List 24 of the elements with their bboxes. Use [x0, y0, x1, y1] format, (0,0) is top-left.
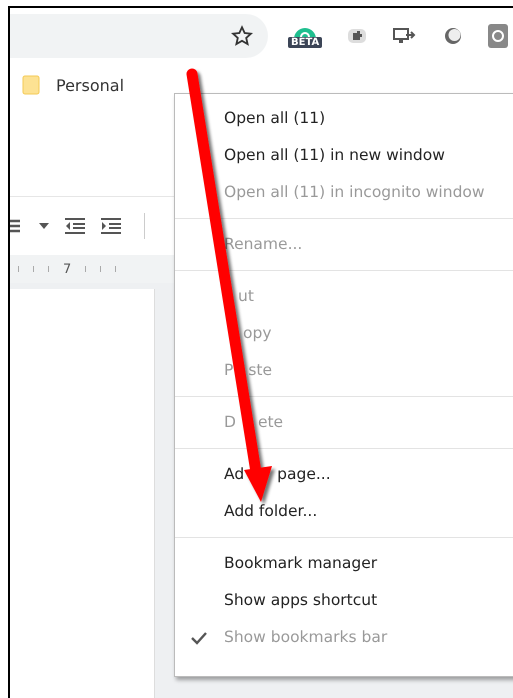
menu-item-text: page... — [277, 465, 331, 483]
menu-item-text: D — [224, 413, 236, 431]
menu-item-text: ete — [258, 413, 284, 431]
menu-item[interactable]: Open all (11) — [175, 100, 513, 137]
ruler-number: 7 — [63, 262, 72, 276]
puzzle-icon[interactable] — [346, 26, 368, 46]
menu-item-text: opy — [243, 324, 272, 342]
menu-item-text: Ad — [224, 465, 244, 483]
checkmark-icon — [191, 631, 207, 645]
menu-item[interactable]: Bookmark manager — [175, 545, 513, 582]
folder-icon — [22, 75, 40, 95]
bookmark-folder[interactable]: Personal — [22, 75, 124, 95]
menu-item-text: P — [224, 361, 234, 379]
app-icon[interactable] — [488, 24, 508, 48]
caret-icon[interactable] — [38, 222, 50, 230]
increase-indent-icon[interactable] — [100, 217, 122, 235]
decrease-indent-icon[interactable] — [64, 217, 86, 235]
menu-item[interactable]: Ad page... — [175, 456, 513, 493]
star-icon[interactable] — [231, 25, 253, 47]
menu-item[interactable]: Show apps shortcut — [175, 582, 513, 619]
menu-item-text: ste — [248, 361, 272, 379]
menu-item[interactable]: Add folder... — [175, 493, 513, 530]
menu-item[interactable]: Open all (11) in new window — [175, 137, 513, 174]
menu-item-text: ut — [238, 287, 254, 305]
